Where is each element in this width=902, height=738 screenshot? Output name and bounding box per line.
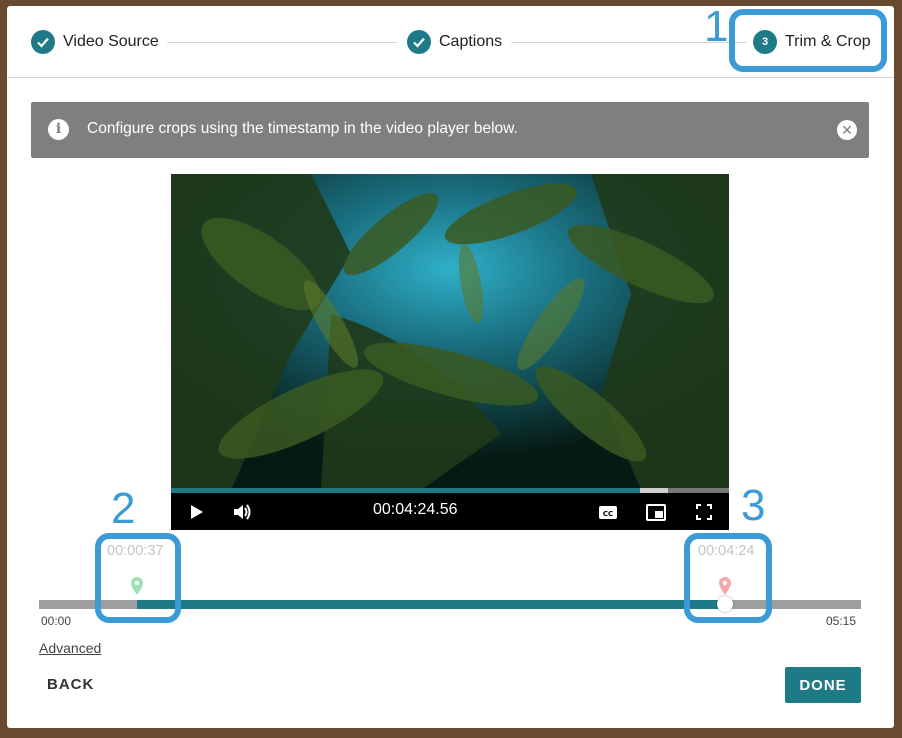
annotation-number-3: 3 (741, 481, 766, 530)
check-icon (407, 30, 431, 54)
play-icon[interactable] (185, 501, 207, 523)
volume-icon[interactable] (231, 501, 253, 523)
video-frame (171, 174, 729, 490)
video-player[interactable]: 00:04:24.56 CC (171, 174, 729, 530)
annotation-number-1: 1 (704, 2, 729, 51)
step-label: Video Source (63, 33, 159, 50)
close-icon[interactable]: ✕ (837, 120, 857, 140)
banner-text: Configure crops using the timestamp in t… (87, 120, 518, 137)
captions-icon[interactable]: CC (597, 501, 619, 523)
current-time: 00:04:24.56 (373, 501, 458, 518)
timeline-end-label: 05:15 (826, 614, 857, 628)
step-label: Captions (439, 33, 503, 50)
annotation-box-1 (729, 9, 887, 72)
video-controls: 00:04:24.56 CC (171, 493, 729, 530)
step-captions[interactable]: Captions (407, 28, 502, 56)
annotation-box-3 (684, 533, 772, 623)
step-video-source[interactable]: Video Source (31, 28, 159, 56)
info-icon: i (48, 119, 69, 140)
annotation-number-2: 2 (111, 484, 136, 533)
info-banner: i Configure crops using the timestamp in… (31, 102, 869, 158)
back-button[interactable]: BACK (47, 676, 94, 693)
annotation-box-2 (95, 533, 181, 623)
check-icon (31, 30, 55, 54)
done-button[interactable]: DONE (785, 667, 861, 703)
svg-text:CC: CC (603, 510, 613, 518)
timeline-start-label: 00:00 (41, 614, 72, 628)
fullscreen-icon[interactable] (693, 501, 715, 523)
picture-in-picture-icon[interactable] (645, 501, 667, 523)
trim-selected-range (136, 600, 726, 609)
advanced-link[interactable]: Advanced (39, 640, 101, 656)
step-connector (167, 42, 397, 43)
